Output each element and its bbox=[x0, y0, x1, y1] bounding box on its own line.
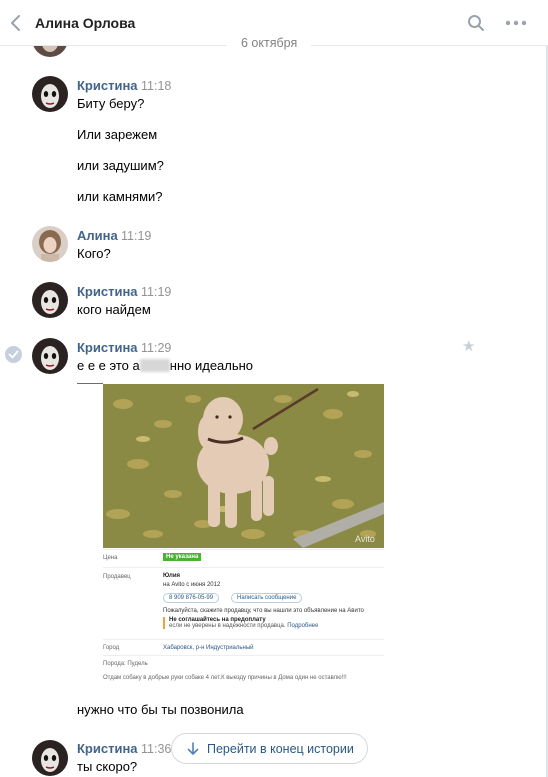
avatar-kristina[interactable] bbox=[32, 76, 68, 112]
warning-text: если не уверены в надежности продавца. bbox=[169, 623, 286, 629]
message-time[interactable]: 11:19 bbox=[141, 285, 171, 299]
message-time[interactable]: 11:19 bbox=[121, 229, 151, 243]
message-text: или камнями? bbox=[77, 189, 163, 204]
avatar-alina[interactable] bbox=[32, 226, 68, 262]
phone-button[interactable]: 8 909 876-05-99 bbox=[163, 593, 220, 603]
message-text: Или зарежем bbox=[77, 127, 158, 142]
seller-since: на Avito с июня 2012 bbox=[163, 582, 221, 588]
attachment-divider bbox=[77, 383, 103, 384]
avatar-kristina[interactable] bbox=[32, 338, 68, 374]
listing-details: Цена Не указана Продавец Юлия на Avito с… bbox=[103, 549, 384, 683]
back-chevron-icon[interactable] bbox=[8, 12, 24, 34]
message-text: кого найдем bbox=[77, 302, 151, 317]
seller-name: Юлия bbox=[163, 573, 181, 579]
date-label: 6 октября bbox=[227, 36, 312, 50]
city-label: Город bbox=[103, 645, 120, 651]
read-check-icon[interactable] bbox=[5, 346, 22, 363]
message-author[interactable]: Кристина bbox=[77, 284, 138, 299]
city-value[interactable]: Хабаровск, р-н Индустриальный bbox=[163, 645, 253, 651]
avatar-kristina[interactable] bbox=[32, 740, 68, 776]
watermark-text: Avito bbox=[355, 534, 375, 544]
scroll-to-end-button[interactable]: Перейти в конец истории bbox=[171, 733, 368, 764]
breed-text: Порода: Пудель bbox=[103, 661, 148, 667]
message-text-part: е е е это а bbox=[77, 358, 140, 373]
photo-attachment[interactable]: Avito Цена Не указана Продавец Юлия на A… bbox=[77, 383, 384, 683]
message-author[interactable]: Кристина bbox=[77, 340, 138, 355]
message-time[interactable]: 11:36 bbox=[141, 742, 171, 756]
divider bbox=[103, 549, 384, 550]
divider bbox=[103, 655, 384, 656]
star-icon[interactable]: ★ bbox=[462, 337, 475, 355]
arrow-down-icon bbox=[187, 742, 199, 755]
message-text: Биту беру? bbox=[77, 96, 145, 111]
message-text: или задушим? bbox=[77, 158, 164, 173]
date-separator: 6 октября bbox=[0, 34, 548, 56]
description-text: Отдам собаку в добрые руки собаке 4 лет.… bbox=[103, 675, 347, 681]
avatar-kristina[interactable] bbox=[32, 282, 68, 318]
message-time[interactable]: 11:29 bbox=[141, 341, 171, 355]
message-time[interactable]: 11:18 bbox=[141, 79, 171, 93]
prepay-warning: Не соглашайтесь на предоплату если не ув… bbox=[163, 617, 318, 629]
divider bbox=[103, 567, 384, 568]
message-author[interactable]: Кристина bbox=[77, 741, 138, 756]
price-label: Цена bbox=[103, 555, 118, 561]
dog-photo[interactable]: Avito bbox=[103, 384, 384, 548]
message-text: е е е это а нно идеально bbox=[77, 358, 253, 373]
censored-blur bbox=[139, 359, 170, 372]
price-badge: Не указана bbox=[163, 553, 202, 561]
message-text-part: нно идеально bbox=[169, 358, 254, 373]
message-text: Кого? bbox=[77, 246, 111, 261]
seller-label: Продавец bbox=[103, 574, 131, 580]
chat-title[interactable]: Алина Орлова bbox=[35, 15, 135, 31]
search-icon[interactable] bbox=[467, 14, 485, 32]
more-link[interactable]: Подробнее bbox=[287, 623, 318, 629]
divider bbox=[103, 639, 384, 640]
more-dots-icon[interactable] bbox=[504, 14, 528, 32]
write-message-button[interactable]: Написать сообщение bbox=[231, 593, 303, 603]
message-author[interactable]: Алина bbox=[77, 228, 118, 243]
scroll-to-end-label: Перейти в конец истории bbox=[207, 742, 354, 756]
message-author[interactable]: Кристина bbox=[77, 78, 138, 93]
message-text: ты скоро? bbox=[77, 759, 138, 774]
notice-text: Пожалуйста, скажите продавцу, что вы наш… bbox=[163, 608, 364, 614]
message-text: нужно что бы ты позвонила bbox=[77, 702, 244, 717]
